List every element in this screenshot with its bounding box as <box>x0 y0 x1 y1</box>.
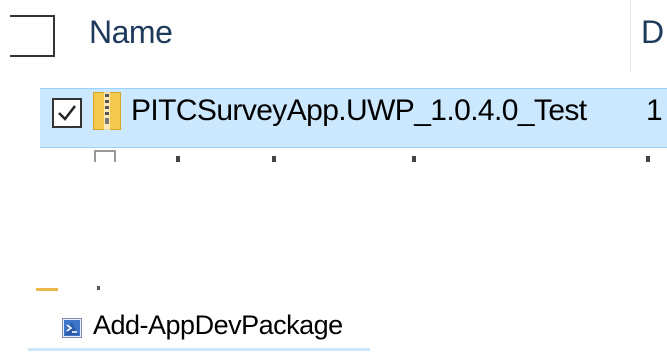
row-checkbox[interactable] <box>52 98 82 128</box>
column-header-date[interactable]: D <box>641 14 664 51</box>
column-header-name[interactable]: Name <box>89 14 173 51</box>
file-name[interactable]: PITCSurveyApp.UWP_1.0.4.0_Test <box>131 94 587 128</box>
text-fragment <box>412 156 416 162</box>
text-fragment <box>272 156 276 162</box>
select-all-checkbox[interactable] <box>10 15 55 57</box>
zip-folder-icon <box>93 92 121 130</box>
checkmark-icon <box>58 105 76 121</box>
file-date-partial: 1 <box>646 94 663 127</box>
text-fragment <box>176 156 180 162</box>
file-row-partial[interactable] <box>40 150 667 162</box>
folder-icon <box>36 288 58 291</box>
text-fragment <box>97 286 100 290</box>
powershell-script-icon <box>62 318 82 338</box>
row-hover-edge <box>28 348 370 351</box>
script-file-name[interactable]: Add-AppDevPackage <box>93 310 343 341</box>
text-fragment <box>646 156 650 162</box>
column-divider[interactable] <box>630 0 631 72</box>
file-icon <box>94 150 116 162</box>
